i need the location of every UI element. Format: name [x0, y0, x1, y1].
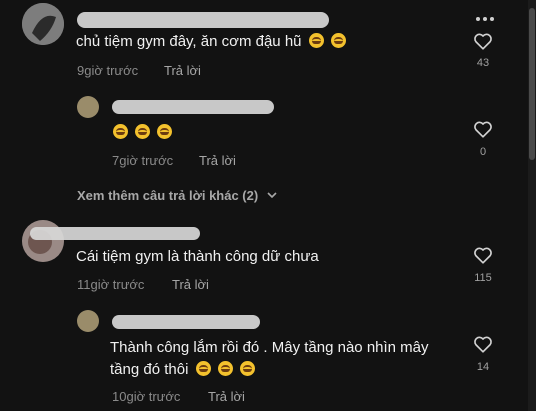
- username-redacted[interactable]: [30, 227, 200, 240]
- grin-emoji: [113, 124, 128, 139]
- reply-button[interactable]: Trả lời: [208, 389, 245, 404]
- comment-time: 10giờ trước: [112, 389, 181, 404]
- comment-text: [110, 122, 173, 144]
- avatar-image: [22, 3, 64, 45]
- like-count: 14: [476, 361, 490, 373]
- more-dots-icon[interactable]: [475, 12, 495, 24]
- grin-tears-emoji: [308, 33, 324, 48]
- comment-time: 11giờ trước: [77, 277, 145, 292]
- grin-emoji: [239, 361, 255, 376]
- comment-text-content: tầng đó thôi: [110, 361, 189, 378]
- comment-text-line-2: tầng đó thôi: [110, 359, 429, 381]
- scrollbar-thumb[interactable]: [529, 8, 535, 160]
- avatar[interactable]: [22, 3, 64, 45]
- reply-button[interactable]: Trả lời: [172, 277, 209, 292]
- heart-outline-icon[interactable]: [472, 30, 494, 52]
- heart-outline-icon[interactable]: [472, 244, 494, 266]
- comment-time: 7giờ trước: [112, 153, 174, 168]
- heart-outline-icon[interactable]: [472, 333, 494, 355]
- more-replies-link[interactable]: Xem thêm câu trả lời khác (2): [77, 188, 278, 203]
- grin-emoji: [135, 124, 151, 139]
- like-count: 0: [479, 146, 487, 158]
- username-redacted[interactable]: [112, 100, 274, 114]
- avatar[interactable]: [77, 310, 99, 332]
- grin-emoji: [157, 124, 173, 139]
- comment-text: Thành công lắm rồi đó . Mây tầng nào nhì…: [110, 337, 429, 381]
- like-count: 115: [474, 272, 492, 284]
- comment-text: Cái tiệm gym là thành công dữ chưa: [76, 248, 319, 265]
- grin-emoji: [195, 361, 211, 376]
- comment-text-line: Thành công lắm rồi đó . Mây tầng nào nhì…: [110, 339, 429, 356]
- username-redacted[interactable]: [112, 315, 260, 329]
- like-count: 43: [476, 57, 490, 69]
- grin-tears-emoji: [330, 33, 346, 48]
- grin-emoji: [217, 361, 233, 376]
- chevron-down-icon: [267, 192, 277, 199]
- more-replies-label: Xem thêm câu trả lời khác (2): [77, 188, 259, 203]
- comment-text: chủ tiệm gym đây, ăn cơm đậu hũ: [76, 31, 346, 53]
- comment-text-content: chủ tiệm gym đây, ăn cơm đậu hũ: [76, 33, 302, 50]
- comment-time: 9giờ trước: [77, 63, 139, 78]
- heart-outline-icon[interactable]: [472, 118, 494, 140]
- reply-button[interactable]: Trả lời: [199, 153, 236, 168]
- reply-button[interactable]: Trả lời: [164, 63, 201, 78]
- username-redacted[interactable]: [77, 12, 329, 28]
- avatar[interactable]: [77, 96, 99, 118]
